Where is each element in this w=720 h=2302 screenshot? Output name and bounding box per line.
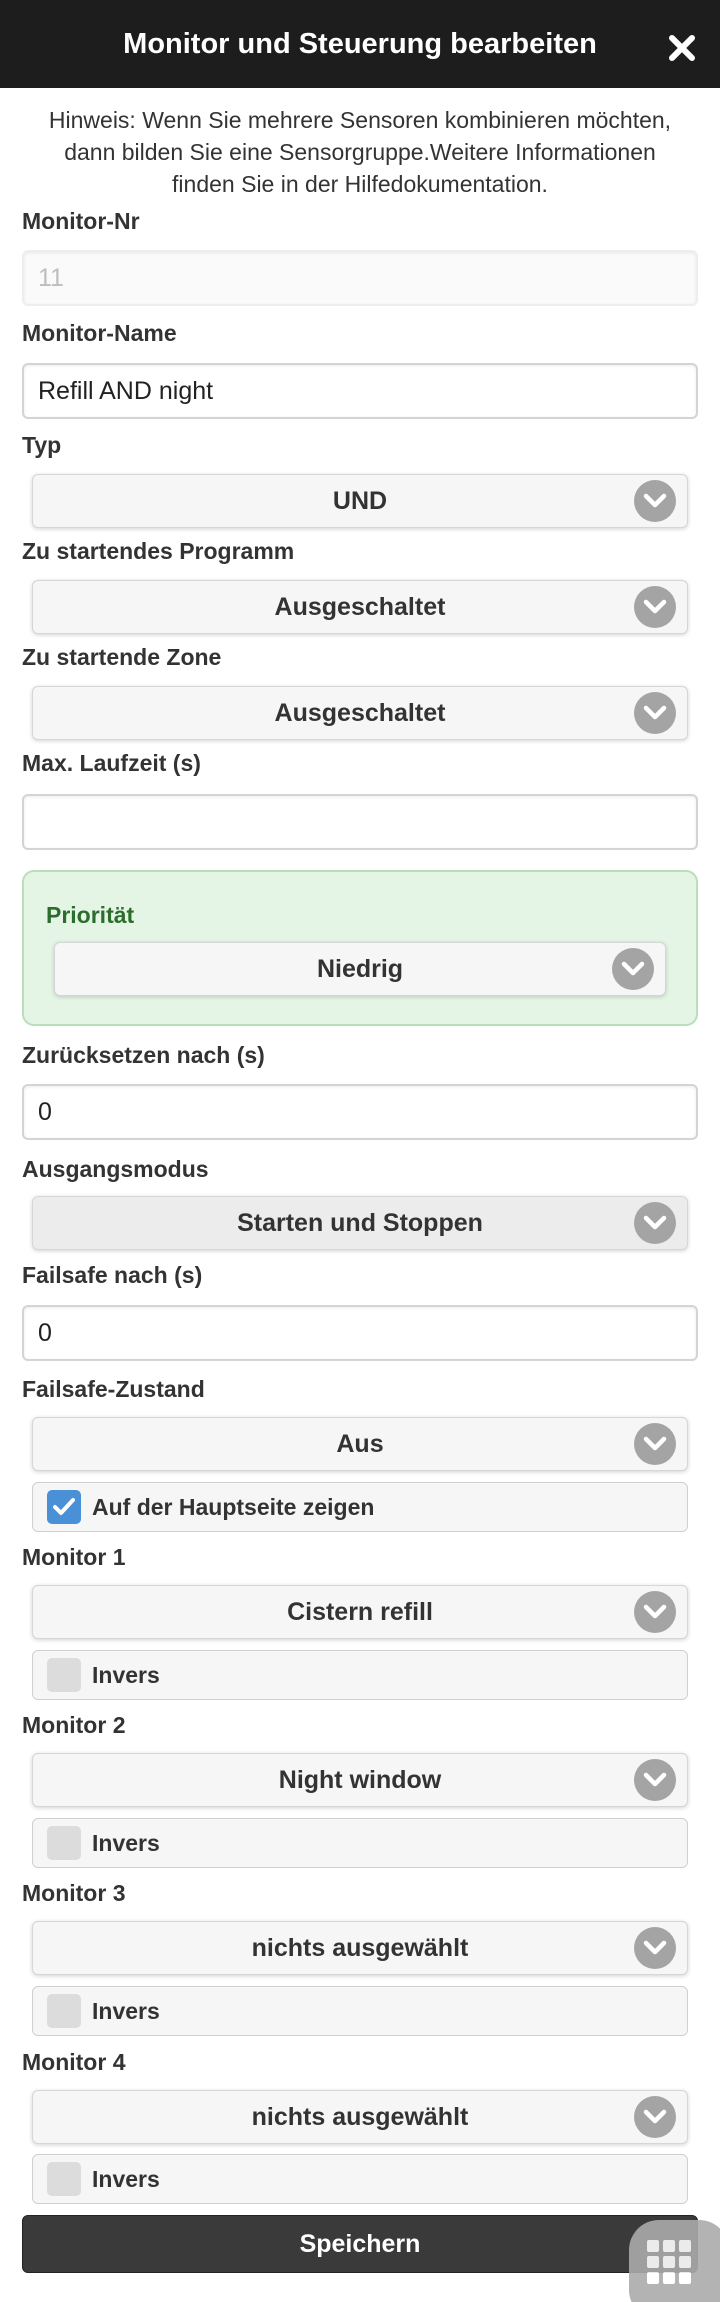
monitor-3-value: nichts ausgewählt [251,1933,469,1962]
monitor-1-value: Cistern refill [287,1597,433,1626]
priority-label: Priorität [46,902,135,928]
monitor-4-value: nichts ausgewählt [251,2102,469,2131]
checkbox-unchecked [47,1994,81,2028]
chevron-down-icon [634,2096,676,2138]
monitor-4-label: Monitor 4 [22,2049,126,2075]
chevron-down-icon [634,692,676,734]
monitor-2-value: Night window [278,1765,442,1794]
monitor-2-invers-label: Invers [92,1829,160,1856]
output-mode-select[interactable]: Starten und Stoppen [32,1196,688,1250]
show-on-main-label: Auf der Hauptseite zeigen [92,1493,375,1520]
output-mode-label: Ausgangsmodus [22,1156,209,1182]
close-icon [669,35,695,61]
failsafe-state-label: Failsafe-Zustand [22,1376,205,1402]
chevron-down-icon [634,1591,676,1633]
monitor-4-invers-label: Invers [92,2165,160,2192]
check-icon [53,1498,75,1515]
close-button[interactable] [662,28,702,68]
chevron-down-icon [634,1927,676,1969]
output-mode-value: Starten und Stoppen [237,1208,483,1237]
chevron-down-icon [634,1423,676,1465]
program-label: Zu startendes Programm [22,538,295,564]
chevron-down-icon [612,948,654,990]
checkbox-unchecked [47,2162,81,2196]
chevron-down-icon [634,1202,676,1244]
chevron-down-icon [634,1759,676,1801]
zone-value: Ausgeschaltet [274,698,446,727]
chevron-down-icon [634,480,676,522]
priority-select[interactable]: Niedrig [54,942,666,996]
dialog-header: Monitor und Steuerung bearbeiten [0,0,720,88]
max-runtime-label: Max. Laufzeit (s) [22,750,201,776]
monitor-3-invers-checkbox[interactable]: Invers [32,1986,688,2036]
monitor-1-label: Monitor 1 [22,1544,126,1570]
priority-value: Niedrig [316,954,404,983]
priority-panel: Priorität Niedrig [22,870,698,1026]
failsafe-after-label: Failsafe nach (s) [22,1262,203,1288]
typ-label: Typ [22,432,62,458]
failsafe-state-value: Aus [336,1429,384,1458]
monitor-1-select[interactable]: Cistern refill [32,1585,688,1639]
monitor-3-label: Monitor 3 [22,1880,126,1906]
monitor-name-label: Monitor-Name [22,320,177,346]
typ-select[interactable]: UND [32,474,688,528]
monitor-3-select[interactable]: nichts ausgewählt [32,1921,688,1975]
apps-grid-button[interactable] [629,2220,720,2302]
chevron-down-icon [634,586,676,628]
monitor-4-select[interactable]: nichts ausgewählt [32,2090,688,2144]
program-value: Ausgeschaltet [274,592,446,621]
hint-text: Hinweis: Wenn Sie mehrere Sensoren kombi… [48,107,672,197]
monitor-name-field[interactable] [22,363,698,419]
max-runtime-field[interactable] [22,794,698,850]
checkbox-checked [47,1490,81,1524]
zone-label: Zu startende Zone [22,644,222,670]
typ-value: UND [332,486,388,515]
zone-select[interactable]: Ausgeschaltet [32,686,688,740]
checkbox-unchecked [47,1658,81,1692]
monitor-3-invers-label: Invers [92,1997,160,2024]
monitor-nr-field [22,250,698,306]
monitor-2-select[interactable]: Night window [32,1753,688,1807]
monitor-4-invers-checkbox[interactable]: Invers [32,2154,688,2204]
monitor-2-label: Monitor 2 [22,1712,126,1738]
monitor-nr-label: Monitor-Nr [22,208,140,234]
save-button[interactable]: Speichern [22,2215,698,2273]
checkbox-unchecked [47,1826,81,1860]
show-on-main-checkbox[interactable]: Auf der Hauptseite zeigen [32,1482,688,1532]
failsafe-state-select[interactable]: Aus [32,1417,688,1471]
failsafe-after-field[interactable] [22,1305,698,1361]
monitor-1-invers-checkbox[interactable]: Invers [32,1650,688,1700]
program-select[interactable]: Ausgeschaltet [32,580,688,634]
reset-after-label: Zurücksetzen nach (s) [22,1042,265,1068]
monitor-1-invers-label: Invers [92,1661,160,1688]
monitor-2-invers-checkbox[interactable]: Invers [32,1818,688,1868]
grid-icon [647,2240,691,2284]
dialog-title: Monitor und Steuerung bearbeiten [123,27,597,60]
reset-after-field[interactable] [22,1084,698,1140]
